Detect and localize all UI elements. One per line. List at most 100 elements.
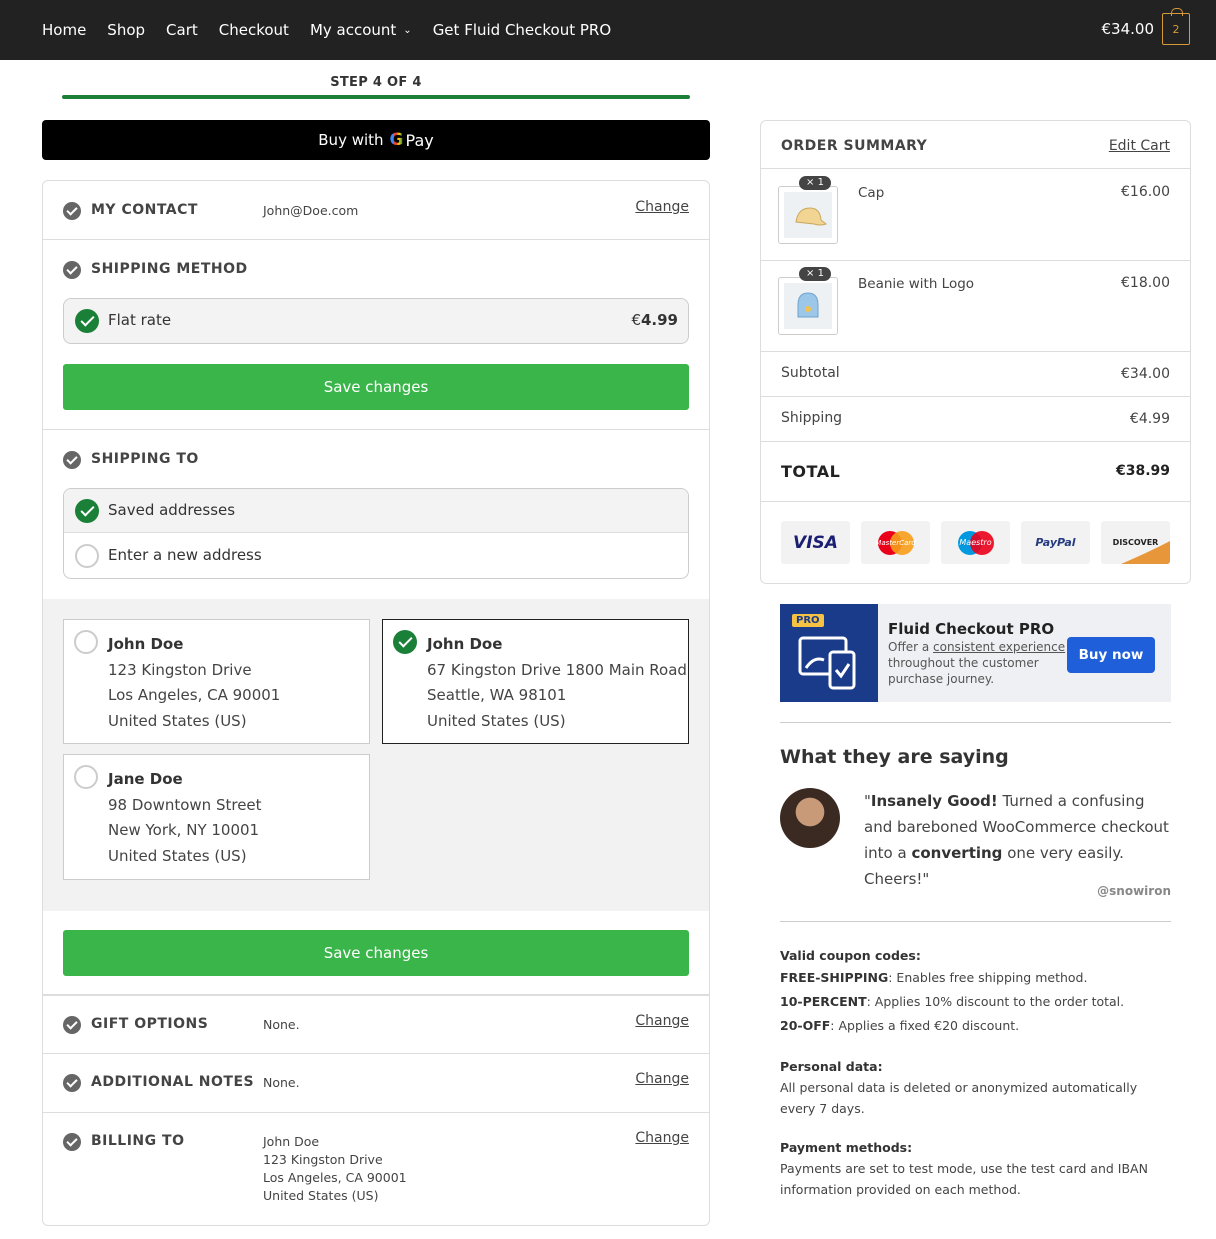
quote-bold-1: Insanely Good! bbox=[870, 792, 998, 810]
subtotal-label: Subtotal bbox=[781, 365, 840, 381]
item-name: Cap bbox=[858, 185, 885, 201]
coupon-code: FREE-SHIPPING bbox=[780, 970, 889, 985]
main-nav: Home Shop Cart Checkout My account ⌄ Get … bbox=[42, 0, 632, 60]
subtotal-value: €34.00 bbox=[1121, 366, 1170, 382]
shopping-bag-icon[interactable]: 2 bbox=[1162, 8, 1190, 45]
address-card[interactable]: John Doe 123 Kingston Drive Los Angeles,… bbox=[63, 619, 370, 744]
address-line1: 98 Downtown Street bbox=[108, 795, 262, 814]
nav-checkout[interactable]: Checkout bbox=[219, 21, 289, 39]
pro-description: Offer a consistent experience throughout… bbox=[888, 639, 1068, 687]
radio-unchecked-icon[interactable] bbox=[74, 630, 98, 654]
address-card-selected[interactable]: John Doe 67 Kingston Drive 1800 Main Roa… bbox=[382, 619, 689, 744]
coupon-desc: : Applies 10% discount to the order tota… bbox=[866, 994, 1125, 1009]
total-label: TOTAL bbox=[781, 462, 841, 481]
cart-count: 2 bbox=[1172, 22, 1180, 36]
nav-home[interactable]: Home bbox=[42, 21, 86, 39]
notes-value: None. bbox=[263, 1075, 300, 1090]
buy-now-button[interactable]: Buy now bbox=[1067, 637, 1155, 673]
coupon-info: Valid coupon codes: FREE-SHIPPING: Enabl… bbox=[780, 945, 1171, 1038]
coupon-code: 20-OFF bbox=[780, 1018, 831, 1033]
checkout-screen-icon bbox=[798, 636, 856, 690]
nav-shop[interactable]: Shop bbox=[107, 21, 145, 39]
discover-icon: DISCOVER bbox=[1101, 521, 1170, 564]
radio-checked-icon[interactable] bbox=[75, 309, 99, 333]
visa-icon: VISA bbox=[781, 521, 850, 564]
address-line2: Seattle, WA 98101 bbox=[427, 686, 567, 705]
step-complete-icon bbox=[63, 1074, 81, 1092]
item-name: Beanie with Logo bbox=[858, 276, 975, 292]
shipping-label: Shipping bbox=[781, 410, 843, 426]
maestro-logo-text: Maestro bbox=[959, 538, 992, 547]
change-contact-link[interactable]: Change bbox=[635, 199, 689, 215]
progress-bar bbox=[62, 95, 690, 99]
quote-bold-2: converting bbox=[911, 844, 1003, 862]
paypal-logo-text: PayPal bbox=[1035, 536, 1076, 549]
gpay-pay-label: Pay bbox=[405, 130, 434, 150]
section-title: MY CONTACT bbox=[91, 202, 198, 218]
mastercard-logo-text: MasterCard bbox=[875, 538, 916, 547]
save-shipping-method-button[interactable]: Save changes bbox=[63, 364, 689, 410]
edit-cart-link[interactable]: Edit Cart bbox=[1109, 138, 1170, 154]
option-label: Enter a new address bbox=[108, 546, 262, 564]
order-summary-title: ORDER SUMMARY bbox=[781, 138, 928, 154]
billing-address: John Doe 123 Kingston Drive Los Angeles,… bbox=[263, 1133, 407, 1205]
change-gift-link[interactable]: Change bbox=[635, 1013, 689, 1029]
coupon-code: 10-PERCENT bbox=[780, 994, 867, 1009]
divider bbox=[761, 351, 1190, 352]
address-country: United States (US) bbox=[108, 712, 247, 731]
change-notes-link[interactable]: Change bbox=[635, 1071, 689, 1087]
radio-checked-icon[interactable] bbox=[75, 499, 99, 523]
address-card[interactable]: Jane Doe 98 Downtown Street New York, NY… bbox=[63, 754, 370, 880]
pro-desc-link[interactable]: consistent experience bbox=[933, 640, 1065, 654]
divider bbox=[780, 722, 1171, 723]
section-title: ADDITIONAL NOTES bbox=[91, 1074, 255, 1090]
currency-symbol: € bbox=[631, 311, 641, 329]
shipping-option-flat-rate[interactable]: Flat rate €4.99 bbox=[63, 298, 689, 344]
section-title: SHIPPING METHOD bbox=[91, 261, 248, 277]
billing-line: United States (US) bbox=[263, 1188, 379, 1203]
divider bbox=[761, 396, 1190, 397]
billing-line: John Doe bbox=[263, 1134, 320, 1149]
address-name: Jane Doe bbox=[108, 770, 183, 788]
pro-banner[interactable]: PRO Fluid Checkout PRO Offer a consisten… bbox=[780, 604, 1171, 702]
section-my-contact: MY CONTACT John@Doe.com Change bbox=[43, 181, 709, 240]
divider bbox=[761, 441, 1190, 442]
nav-get-pro[interactable]: Get Fluid Checkout PRO bbox=[433, 21, 611, 39]
step-complete-icon bbox=[63, 202, 81, 220]
header-cart-total[interactable]: €34.00 bbox=[1102, 20, 1155, 38]
chevron-down-icon: ⌄ bbox=[403, 24, 412, 36]
option-saved-addresses[interactable]: Saved addresses bbox=[64, 489, 688, 533]
item-price: €18.00 bbox=[1121, 275, 1170, 291]
section-gift-options: GIFT OPTIONS None. Change bbox=[43, 995, 709, 1054]
top-navbar: Home Shop Cart Checkout My account ⌄ Get … bbox=[0, 0, 1216, 60]
option-new-address[interactable]: Enter a new address bbox=[64, 534, 688, 578]
change-billing-link[interactable]: Change bbox=[635, 1130, 689, 1146]
payment-method-icons: VISA MasterCard Maestro PayPal DISCOVER bbox=[781, 521, 1171, 564]
radio-unchecked-icon[interactable] bbox=[75, 544, 99, 568]
testimonial-quote: "Insanely Good! Turned a confusing and b… bbox=[864, 788, 1174, 892]
address-country: United States (US) bbox=[427, 712, 566, 731]
radio-unchecked-icon[interactable] bbox=[74, 765, 98, 789]
saved-addresses-list: John Doe 123 Kingston Drive Los Angeles,… bbox=[43, 599, 709, 911]
quote-open: " bbox=[864, 792, 871, 810]
payment-text: Payments are set to test mode, use the t… bbox=[780, 1161, 1148, 1197]
nav-cart[interactable]: Cart bbox=[166, 21, 198, 39]
step-complete-icon bbox=[63, 261, 81, 279]
billing-line: Los Angeles, CA 90001 bbox=[263, 1170, 407, 1185]
pro-tag: PRO bbox=[792, 614, 824, 627]
radio-checked-icon[interactable] bbox=[393, 630, 417, 654]
payment-title: Payment methods: bbox=[780, 1140, 913, 1155]
step-complete-icon bbox=[63, 451, 81, 469]
testimonials-title: What they are saying bbox=[780, 746, 1009, 768]
nav-my-account-label: My account bbox=[309, 21, 397, 39]
section-title: SHIPPING TO bbox=[91, 451, 199, 467]
nav-my-account[interactable]: My account ⌄ bbox=[310, 21, 412, 39]
google-pay-button[interactable]: Buy with G Pay bbox=[42, 120, 710, 160]
address-country: United States (US) bbox=[108, 847, 247, 866]
save-shipping-address-button[interactable]: Save changes bbox=[63, 930, 689, 976]
shipping-value: €4.99 bbox=[1129, 411, 1170, 427]
divider bbox=[761, 168, 1190, 169]
address-text: John Doe 67 Kingston Drive 1800 Main Roa… bbox=[427, 632, 687, 735]
address-line2: New York, NY 10001 bbox=[108, 821, 260, 840]
pro-desc-pre: Offer a bbox=[888, 640, 934, 654]
